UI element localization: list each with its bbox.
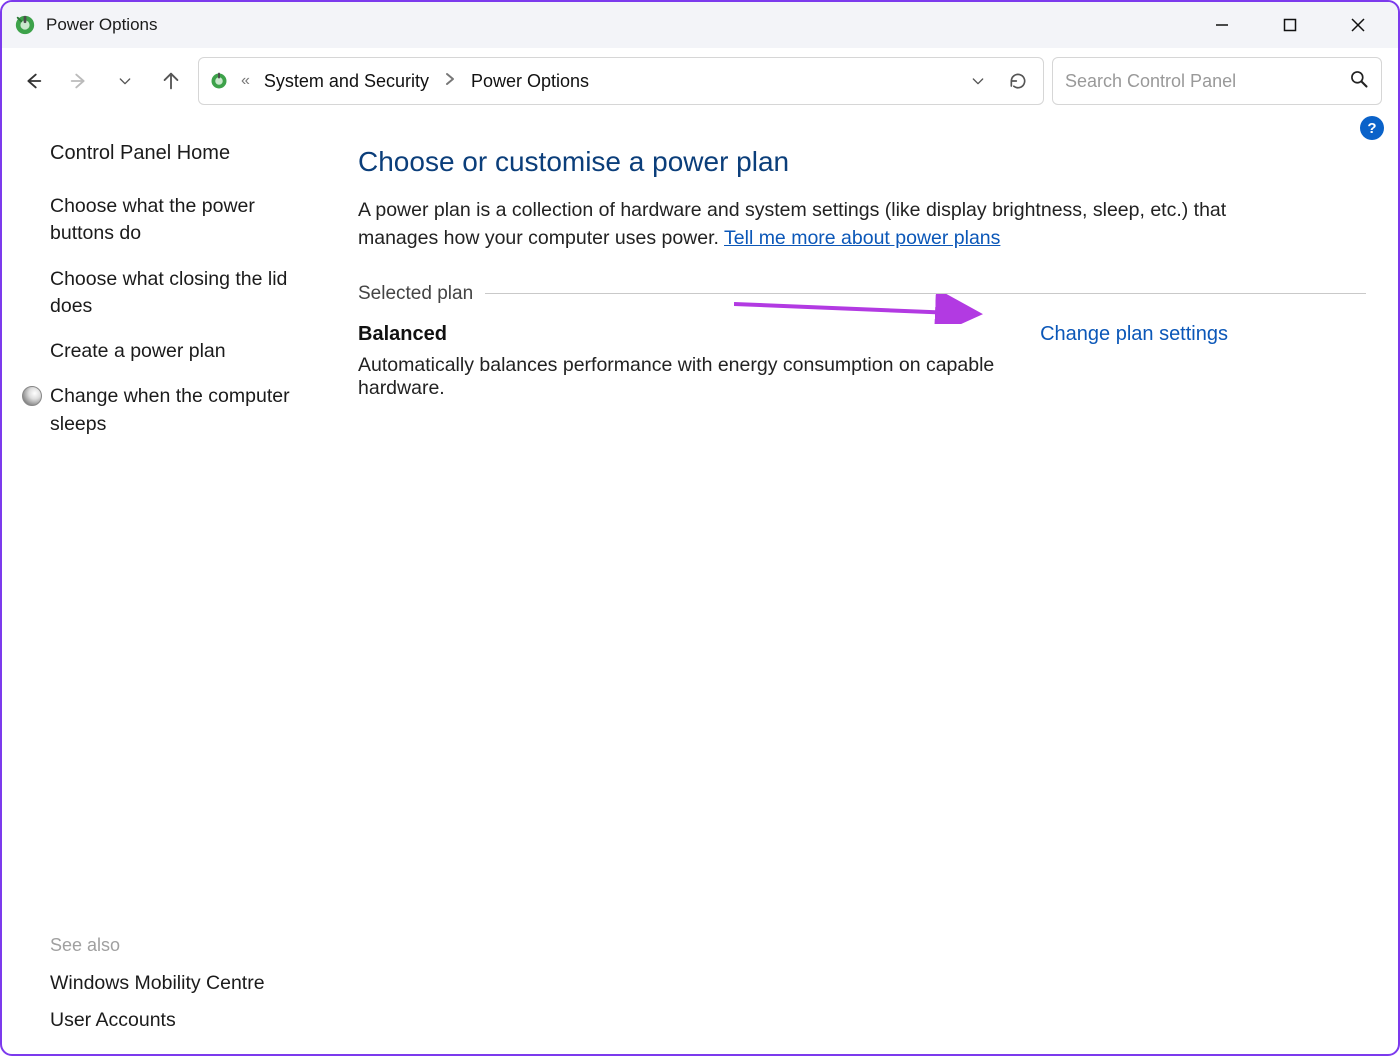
maximize-button[interactable] [1256,3,1324,47]
search-input[interactable] [1065,71,1341,92]
see-also-mobility-centre[interactable]: Windows Mobility Centre [50,972,318,995]
breadcrumb-overflow[interactable]: « [237,72,254,90]
section-header: Selected plan [358,283,1366,305]
sidebar-link-power-buttons[interactable]: Choose what the power buttons do [50,193,318,248]
breadcrumb-current[interactable]: Power Options [467,71,593,92]
nav-forward-button[interactable] [60,62,98,100]
window-controls [1188,3,1392,47]
body: Control Panel Home Choose what the power… [2,142,1398,1054]
control-panel-home-link[interactable]: Control Panel Home [50,142,318,165]
sidebar-link-closing-lid[interactable]: Choose what closing the lid does [50,266,318,321]
see-also-header: See also [50,935,318,956]
search-box[interactable] [1052,57,1382,105]
close-button[interactable] [1324,3,1392,47]
help-icon[interactable]: ? [1360,116,1384,140]
sidebar-link-create-plan[interactable]: Create a power plan [50,338,318,365]
address-dropdown[interactable] [961,64,995,98]
address-bar[interactable]: « System and Security Power Options [198,57,1044,105]
window-title: Power Options [46,15,158,35]
search-icon[interactable] [1349,69,1369,94]
nav-history-dropdown[interactable] [106,62,144,100]
titlebar: Power Options [2,2,1398,48]
section-divider [485,293,1366,294]
chevron-right-icon[interactable] [439,72,461,91]
nav-back-button[interactable] [14,62,52,100]
refresh-button[interactable] [1001,64,1035,98]
address-icon [207,69,231,93]
page-description: A power plan is a collection of hardware… [358,196,1228,253]
main-content: Choose or customise a power plan A power… [344,142,1386,1046]
nav-up-button[interactable] [152,62,190,100]
plan-name: Balanced [358,323,1040,346]
breadcrumb-parent[interactable]: System and Security [260,71,433,92]
nav-row: « System and Security Power Options [2,48,1398,114]
learn-more-link[interactable]: Tell me more about power plans [724,227,1000,249]
app-icon [12,12,38,38]
plan-row: Balanced Automatically balances performa… [358,323,1228,400]
section-header-text: Selected plan [358,283,473,305]
sidebar: Control Panel Home Choose what the power… [14,142,344,1046]
change-plan-settings-link[interactable]: Change plan settings [1040,323,1228,346]
window: Power Options [0,0,1400,1056]
page-title: Choose or customise a power plan [358,146,1366,178]
sidebar-link-computer-sleeps[interactable]: Change when the computer sleeps [50,383,318,438]
help-row: ? [2,114,1398,142]
minimize-button[interactable] [1188,3,1256,47]
see-also-user-accounts[interactable]: User Accounts [50,1009,318,1032]
plan-description: Automatically balances performance with … [358,354,1040,400]
